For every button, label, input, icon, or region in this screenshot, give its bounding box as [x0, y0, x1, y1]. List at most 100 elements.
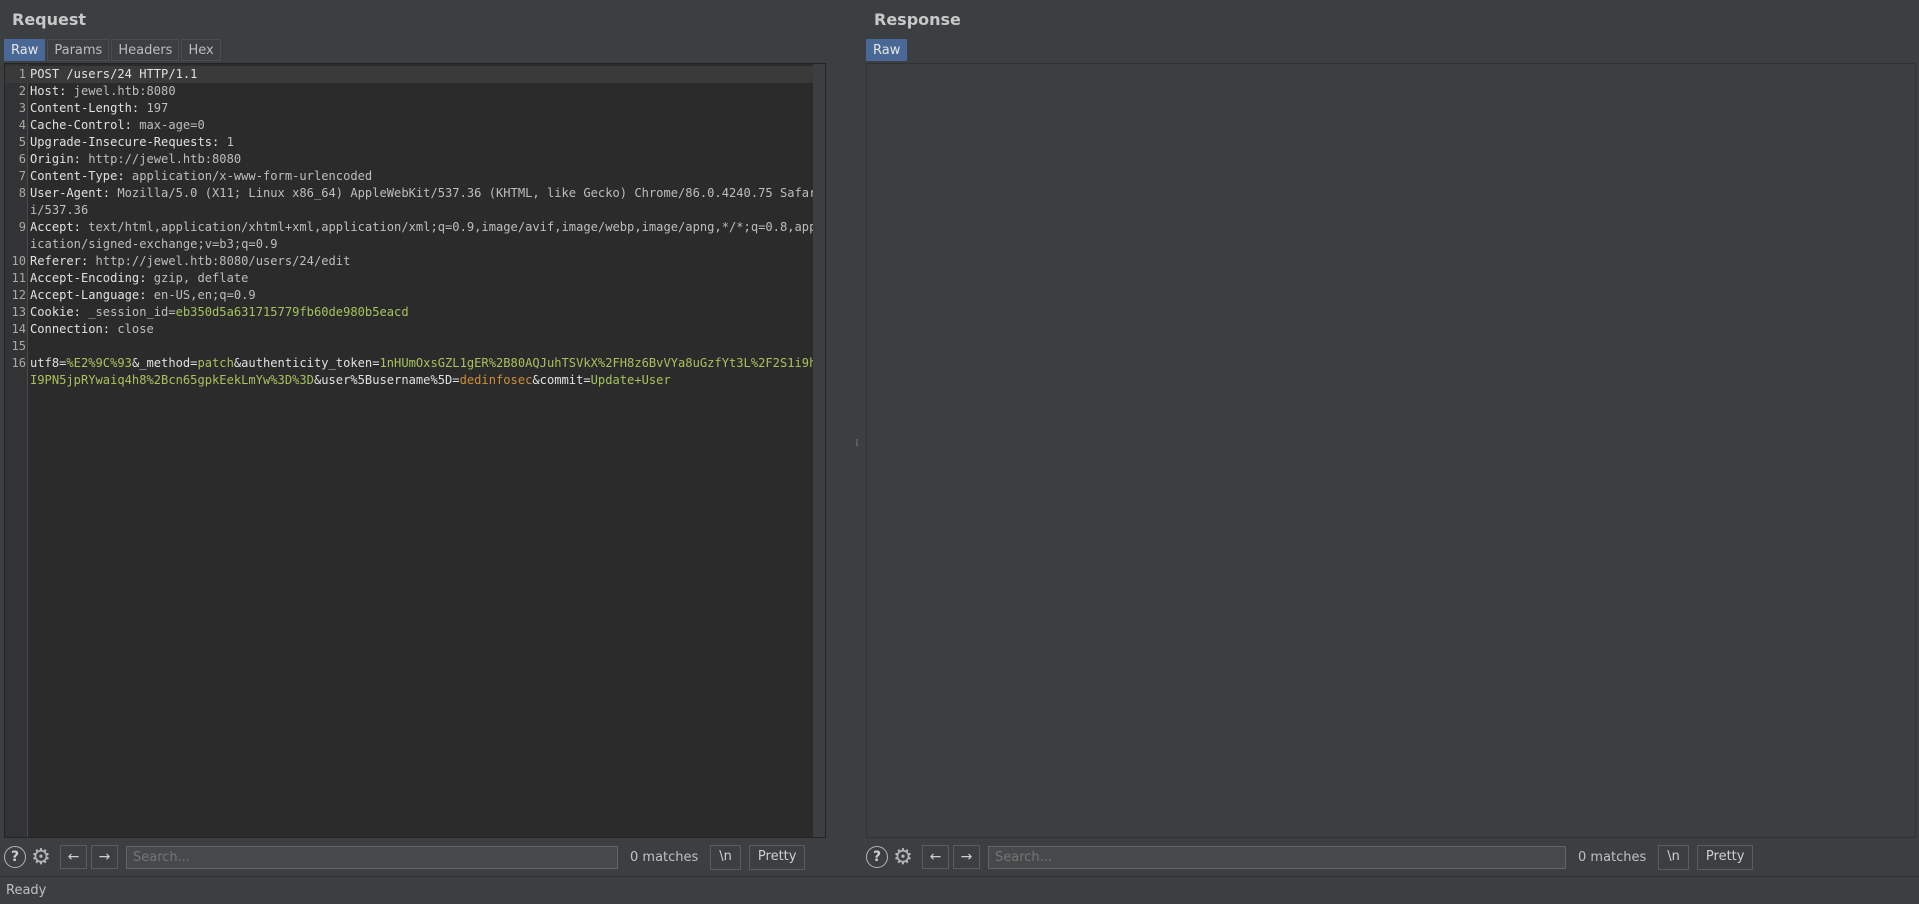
param-value: %E2%9C%93 — [66, 356, 132, 370]
header-key: Host: — [30, 84, 67, 98]
response-search-bar: ? ⚙ ← → 0 matches \n Pretty — [866, 844, 1754, 870]
response-match-count: 0 matches — [1578, 849, 1647, 865]
header-value: 1 — [219, 135, 234, 149]
request-lines: 1 POST /users/24 HTTP/1.1 2 Host: jewel.htb… — [5, 66, 825, 389]
response-pretty-button[interactable]: Pretty — [1696, 844, 1754, 870]
line-content: Accept-Language: en-US,en;q=0.9 — [28, 287, 824, 304]
response-editor[interactable] — [866, 63, 1916, 838]
request-newline-button[interactable]: \n — [710, 844, 741, 870]
header-key: Connection: — [30, 322, 111, 336]
request-tabs: Raw Params Headers Hex — [4, 39, 223, 61]
request-line: 2 Host: jewel.htb:8080 — [5, 83, 825, 100]
request-tab-headers[interactable]: Headers — [111, 39, 180, 61]
header-value: _session_id= — [80, 305, 176, 319]
line-number: 2 — [18, 84, 26, 98]
line-number: 5 — [18, 135, 26, 149]
header-key: Cookie: — [30, 305, 81, 319]
request-line: 8 User-Agent: Mozilla/5.0 (X11; Linux x86… — [5, 185, 825, 219]
header-key: Origin: — [30, 152, 81, 166]
request-search-bar: ? ⚙ ← → 0 matches \n Pretty — [4, 844, 806, 870]
forward-arrow-icon[interactable]: → — [953, 845, 980, 869]
line-number: 13 — [11, 305, 26, 319]
request-line: 6 Origin: http://jewel.htb:8080 — [5, 151, 825, 168]
request-title: Request — [12, 10, 87, 29]
line-content: Origin: http://jewel.htb:8080 — [28, 151, 824, 168]
gear-icon[interactable]: ⚙ — [892, 845, 914, 870]
request-tab-hex[interactable]: Hex — [181, 39, 221, 61]
header-key: Upgrade-Insecure-Requests: — [30, 135, 220, 149]
line-number: 9 — [18, 220, 26, 234]
header-value: 197 — [139, 101, 169, 115]
request-line: 11 Accept-Encoding: gzip, deflate — [5, 270, 825, 287]
line-number: 11 — [11, 271, 26, 285]
line-number: 3 — [18, 101, 26, 115]
header-value: Mozilla/5.0 (X11; Linux x86_64) AppleWeb… — [30, 186, 817, 217]
divider-grip-icon[interactable]: ⁞ — [854, 439, 860, 454]
header-value: gzip, deflate — [146, 271, 249, 285]
response-tabs: Raw — [866, 39, 909, 61]
line-content: Cache-Control: max-age=0 — [28, 117, 824, 134]
header-key: User-Agent: — [30, 186, 111, 200]
request-line: 10 Referer: http://jewel.htb:8080/users/2… — [5, 253, 825, 270]
line-number: 8 — [18, 186, 26, 200]
line-number: 14 — [11, 322, 26, 336]
help-icon[interactable]: ? — [866, 846, 888, 868]
line-number: 1 — [18, 67, 26, 81]
line-number: 7 — [18, 169, 26, 183]
line-content: POST /users/24 HTTP/1.1 — [28, 66, 824, 83]
line-content: User-Agent: Mozilla/5.0 (X11; Linux x86_… — [28, 185, 824, 219]
status-bar: Ready — [0, 876, 1919, 904]
line-number: 10 — [11, 254, 26, 268]
line-content: Host: jewel.htb:8080 — [28, 83, 824, 100]
line-number: 12 — [11, 288, 26, 302]
response-newline-button[interactable]: \n — [1658, 844, 1689, 870]
back-arrow-icon[interactable]: ← — [922, 845, 949, 869]
request-line: 9 Accept: text/html,application/xhtml+xml… — [5, 219, 825, 253]
response-tab-raw[interactable]: Raw — [866, 39, 908, 61]
request-editor[interactable]: 1 POST /users/24 HTTP/1.1 2 Host: jewel.htb… — [4, 63, 826, 838]
header-value: text/html,application/xhtml+xml,applicat… — [30, 220, 824, 251]
request-pretty-button[interactable]: Pretty — [748, 844, 806, 870]
line-number: 15 — [11, 339, 26, 353]
param-name: &user%5Busername%5D= — [313, 373, 460, 387]
request-line: 5 Upgrade-Insecure-Requests: 1 — [5, 134, 825, 151]
header-value: jewel.htb:8080 — [66, 84, 176, 98]
request-tab-params[interactable]: Params — [47, 39, 110, 61]
header-value: application/x-www-form-urlencoded — [124, 169, 373, 183]
param-name: utf8= — [30, 356, 67, 370]
line-content: Connection: close — [28, 321, 824, 338]
burp-repeater: Request Raw Params Headers Hex 1 POST /us… — [0, 0, 1919, 904]
header-value: POST /users/24 HTTP/1.1 — [30, 67, 198, 81]
param-name: &commit= — [532, 373, 591, 387]
header-value: en-US,en;q=0.9 — [146, 288, 256, 302]
line-number: 4 — [18, 118, 26, 132]
response-search-input[interactable] — [988, 845, 1566, 869]
back-arrow-icon[interactable]: ← — [60, 845, 87, 869]
request-search-input[interactable] — [126, 845, 618, 869]
request-line: 14 Connection: close — [5, 321, 825, 338]
request-line: 3 Content-Length: 197 — [5, 100, 825, 117]
header-value: max-age=0 — [131, 118, 205, 132]
request-match-count: 0 matches — [630, 849, 699, 865]
pane-divider[interactable]: ⁞ — [852, 0, 862, 874]
request-line: 13 Cookie: _session_id=eb350d5a631715779f… — [5, 304, 825, 321]
request-line: 1 POST /users/24 HTTP/1.1 — [5, 66, 825, 83]
line-content: Accept: text/html,application/xhtml+xml,… — [28, 219, 824, 253]
request-tab-raw[interactable]: Raw — [4, 39, 46, 61]
line-content: Upgrade-Insecure-Requests: 1 — [28, 134, 824, 151]
line-content: Referer: http://jewel.htb:8080/users/24/… — [28, 253, 824, 270]
cookie-value: eb350d5a631715779fb60de980b5eacd — [175, 305, 409, 319]
gear-icon[interactable]: ⚙ — [30, 845, 52, 870]
line-content: Cookie: _session_id=eb350d5a631715779fb6… — [28, 304, 824, 321]
param-value: dedinfosec — [459, 373, 533, 387]
help-icon[interactable]: ? — [4, 846, 26, 868]
line-content: Accept-Encoding: gzip, deflate — [28, 270, 824, 287]
request-line: 15 — [5, 338, 825, 355]
request-scrollbar[interactable] — [813, 64, 825, 837]
header-key: Content-Length: — [30, 101, 140, 115]
param-name: &_method= — [131, 356, 198, 370]
header-key: Referer: — [30, 254, 89, 268]
header-key: Accept-Encoding: — [30, 271, 147, 285]
forward-arrow-icon[interactable]: → — [91, 845, 118, 869]
param-value: Update+User — [590, 373, 671, 387]
